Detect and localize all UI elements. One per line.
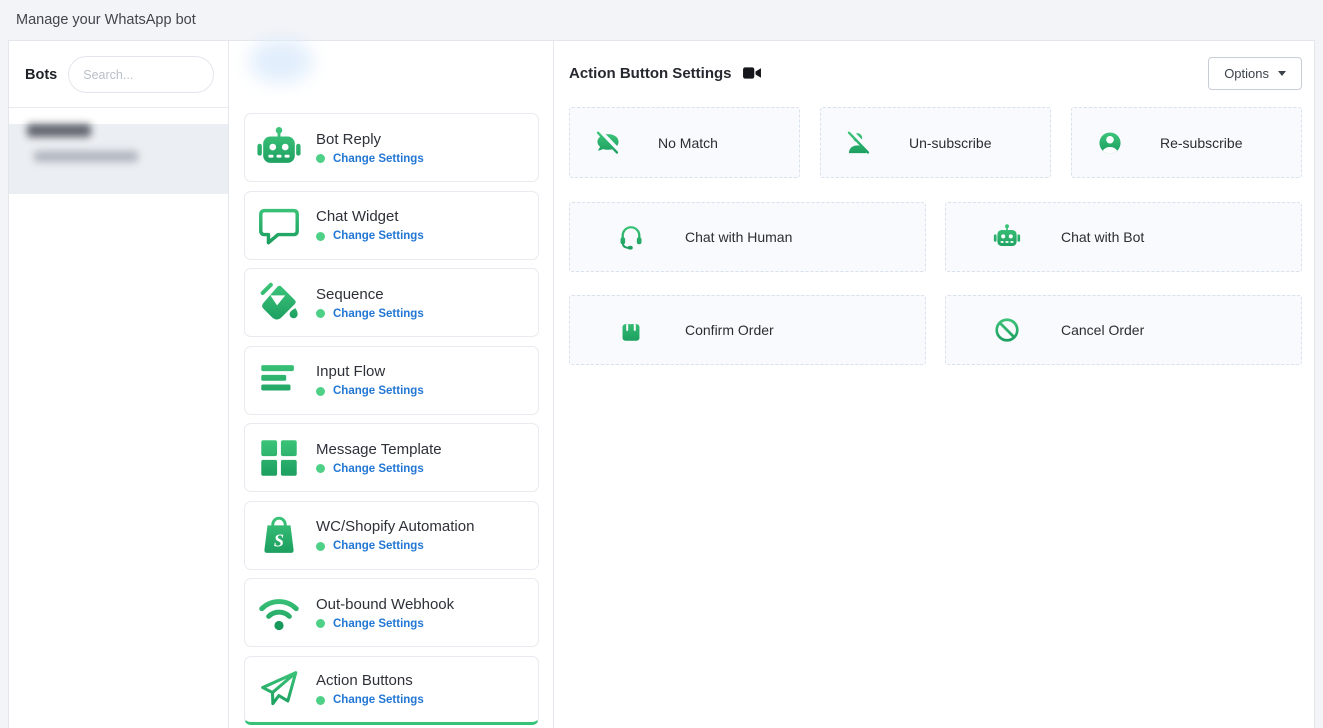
user-slash-icon — [846, 130, 872, 156]
tile-label: Chat with Bot — [1061, 229, 1144, 245]
action-tiles-row: No Match Un-subscribe Re-subscribe — [569, 107, 1302, 178]
action-tiles: No Match Un-subscribe Re-subscribe Chat … — [569, 107, 1302, 365]
action-button-tile[interactable]: Re-subscribe — [1071, 107, 1302, 178]
page-header: Manage your WhatsApp bot — [0, 0, 1323, 40]
action-tiles-row: Confirm Order Cancel Order — [569, 295, 1302, 365]
robot-icon — [993, 223, 1021, 251]
feature-card[interactable]: Action Buttons Change Settings — [244, 656, 539, 725]
feature-card[interactable]: WC/Shopify Automation Change Settings — [244, 501, 539, 570]
options-button-label: Options — [1224, 66, 1269, 81]
status-dot — [316, 464, 325, 473]
ban-icon — [993, 316, 1021, 344]
options-button[interactable]: Options — [1208, 57, 1302, 90]
feature-card[interactable]: Input Flow Change Settings — [244, 346, 539, 415]
feature-list-column: Bot Reply Change Settings Chat Widget Ch… — [229, 41, 554, 728]
panel-title: Action Button Settings — [569, 65, 731, 82]
tile-label: Un-subscribe — [909, 135, 991, 151]
main-panel: Bots Bot Reply Change Settings Chat Widg… — [8, 40, 1315, 728]
paper-plane-icon — [256, 666, 302, 712]
feature-title: Chat Widget — [316, 208, 424, 225]
tile-label: Cancel Order — [1061, 322, 1144, 338]
bot-list — [9, 124, 228, 194]
grid-icon — [256, 435, 302, 481]
change-settings-link[interactable]: Change Settings — [333, 463, 424, 475]
video-tutorial-icon[interactable] — [742, 63, 762, 83]
panel-header: Action Button Settings Options — [569, 56, 1302, 90]
feature-cards: Bot Reply Change Settings Chat Widget Ch… — [244, 113, 539, 725]
robot-icon — [256, 125, 302, 171]
bot-name-redacted — [27, 124, 91, 137]
tile-label: Chat with Human — [685, 229, 792, 245]
change-settings-link[interactable]: Change Settings — [333, 694, 424, 706]
action-button-tile[interactable]: Chat with Human — [569, 202, 926, 272]
feature-title: Action Buttons — [316, 672, 424, 689]
page-title: Manage your WhatsApp bot — [16, 12, 196, 28]
feature-card[interactable]: Sequence Change Settings — [244, 268, 539, 337]
status-dot — [316, 387, 325, 396]
status-dot — [316, 309, 325, 318]
action-button-tile[interactable]: No Match — [569, 107, 800, 178]
action-button-tile[interactable]: Un-subscribe — [820, 107, 1051, 178]
feature-card[interactable]: Out-bound Webhook Change Settings — [244, 578, 539, 647]
bots-heading: Bots — [25, 67, 57, 83]
change-settings-link[interactable]: Change Settings — [333, 230, 424, 242]
feature-card[interactable]: Bot Reply Change Settings — [244, 113, 539, 182]
action-button-tile[interactable]: Confirm Order — [569, 295, 926, 365]
user-circle-icon — [1097, 130, 1123, 156]
change-settings-link[interactable]: Change Settings — [333, 618, 424, 630]
action-tiles-row: Chat with Human Chat with Bot — [569, 202, 1302, 272]
change-settings-link[interactable]: Change Settings — [333, 308, 424, 320]
tile-label: Re-subscribe — [1160, 135, 1242, 151]
tile-label: No Match — [658, 135, 718, 151]
feature-title: Message Template — [316, 441, 442, 458]
blurred-avatar-blob — [249, 39, 313, 83]
change-settings-link[interactable]: Change Settings — [333, 540, 424, 552]
bots-search-input[interactable] — [68, 56, 214, 93]
status-dot — [316, 542, 325, 551]
shopping-bag-icon — [617, 316, 645, 344]
headset-icon — [617, 223, 645, 251]
input-bars-icon — [256, 357, 302, 403]
status-dot — [316, 232, 325, 241]
feature-card[interactable]: Chat Widget Change Settings — [244, 191, 539, 260]
bot-phone-redacted — [34, 151, 138, 162]
feature-card[interactable]: Message Template Change Settings — [244, 423, 539, 492]
wifi-icon — [256, 590, 302, 636]
change-settings-link[interactable]: Change Settings — [333, 153, 424, 165]
comment-slash-icon — [595, 130, 621, 156]
status-dot — [316, 619, 325, 628]
status-dot — [316, 696, 325, 705]
fill-drip-icon — [256, 280, 302, 326]
shopify-icon — [256, 512, 302, 558]
caret-down-icon — [1278, 71, 1286, 76]
change-settings-link[interactable]: Change Settings — [333, 385, 424, 397]
sidebar-header: Bots — [9, 41, 228, 108]
action-button-tile[interactable]: Cancel Order — [945, 295, 1302, 365]
bot-list-item-selected[interactable] — [9, 124, 228, 194]
action-button-tile[interactable]: Chat with Bot — [945, 202, 1302, 272]
tile-label: Confirm Order — [685, 322, 774, 338]
feature-title: Out-bound Webhook — [316, 596, 454, 613]
status-dot — [316, 154, 325, 163]
feature-title: WC/Shopify Automation — [316, 518, 474, 535]
chat-bubble-icon — [256, 202, 302, 248]
feature-title: Sequence — [316, 286, 424, 303]
feature-title: Input Flow — [316, 363, 424, 380]
feature-title: Bot Reply — [316, 131, 424, 148]
action-button-settings-panel: Action Button Settings Options No Match … — [554, 41, 1314, 728]
bots-sidebar: Bots — [9, 41, 229, 728]
